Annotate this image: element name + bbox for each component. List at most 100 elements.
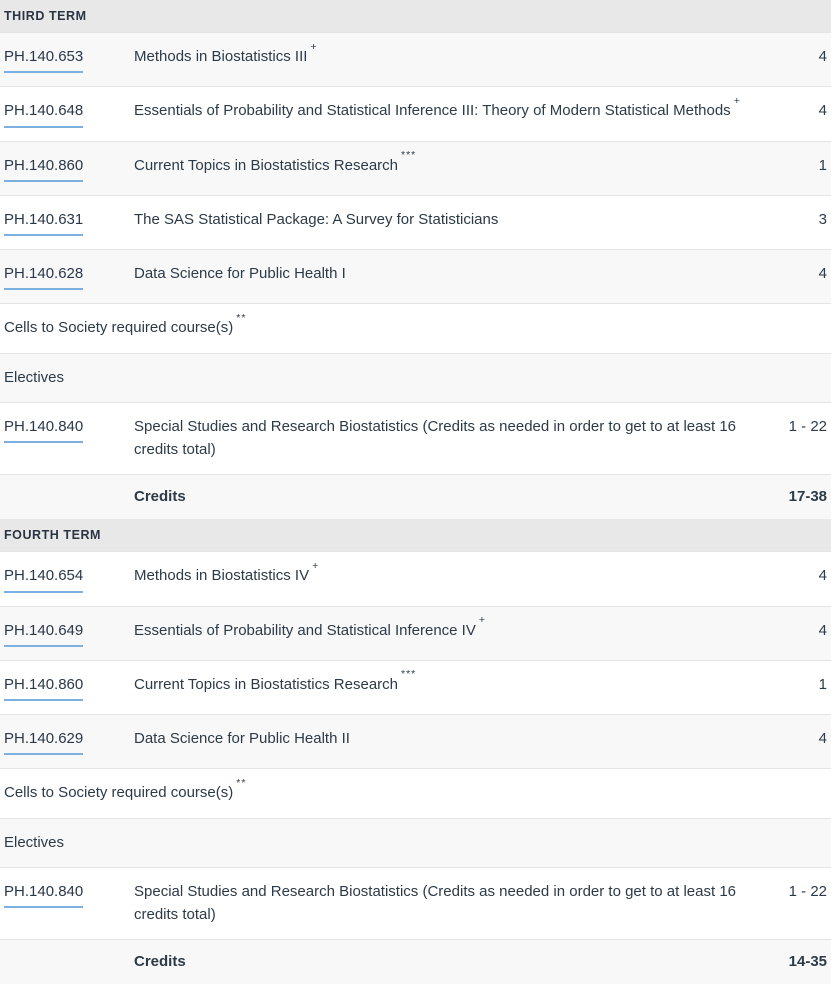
table-row: PH.140.860 Current Topics in Biostatistic… <box>0 659 831 715</box>
course-title-cell: Essentials of Probability and Statistica… <box>130 86 750 141</box>
course-code-link[interactable]: PH.140.840 <box>4 415 84 443</box>
course-title-cell: The SAS Statistical Package: A Survey fo… <box>130 194 750 250</box>
course-credits-cell: 4 <box>750 248 831 304</box>
requirement-label-cell: Electives <box>0 352 750 403</box>
credits-summary-row: Credits 17-38 <box>0 474 831 520</box>
course-credits-cell: 1 - 22 <box>750 866 831 940</box>
credits-summary-total: 14-35 <box>750 939 831 984</box>
table-row: PH.140.840 Special Studies and Research B… <box>0 401 831 475</box>
course-title-text: Essentials of Probability and Statistica… <box>134 621 476 639</box>
table-row: Electives <box>0 352 831 403</box>
course-title-cell: Data Science for Public Health I <box>130 248 750 304</box>
footnote-marker: + <box>733 94 741 107</box>
course-title-cell: Special Studies and Research Biostatisti… <box>130 401 750 475</box>
table-row: PH.140.648 Essentials of Probability and … <box>0 86 831 141</box>
course-title-cell: Methods in Biostatistics IV+ <box>130 551 750 606</box>
course-credits-cell: 1 - 22 <box>750 401 831 475</box>
table-row: PH.140.840 Special Studies and Research B… <box>0 866 831 940</box>
footnote-marker: + <box>478 614 486 627</box>
course-title-cell: Current Topics in Biostatistics Research… <box>130 140 750 196</box>
course-credits-cell <box>750 817 831 868</box>
course-code-link[interactable]: PH.140.649 <box>4 619 84 647</box>
course-title-text: Special Studies and Research Biostatisti… <box>134 882 736 923</box>
credits-summary-label: Credits <box>130 939 750 984</box>
course-title-cell: Methods in Biostatistics III+ <box>130 31 750 87</box>
course-title-text: Essentials of Probability and Statistica… <box>134 102 731 120</box>
course-code-link[interactable]: PH.140.654 <box>4 564 84 593</box>
requirement-label-text: Cells to Society required course(s) <box>4 319 234 337</box>
course-title-text: Data Science for Public Health I <box>134 265 346 282</box>
course-credits-cell: 1 <box>750 659 831 715</box>
term-header-row: THIRD TERM <box>0 0 831 33</box>
credits-row-spacer <box>0 939 130 984</box>
course-code-link[interactable]: PH.140.648 <box>4 99 84 128</box>
credits-row-spacer <box>0 474 130 520</box>
credits-summary-total: 17-38 <box>750 474 831 520</box>
course-credits-cell: 4 <box>750 551 831 606</box>
table-row: Electives <box>0 817 831 868</box>
course-code-cell: PH.140.840 <box>0 866 130 940</box>
footnote-marker: ** <box>236 776 247 789</box>
course-title-text: Current Topics in Biostatistics Research <box>134 675 398 693</box>
course-code-cell: PH.140.631 <box>0 194 130 250</box>
course-code-cell: PH.140.628 <box>0 248 130 304</box>
term-header-label: THIRD TERM <box>0 0 831 33</box>
table-row: PH.140.649 Essentials of Probability and … <box>0 605 831 661</box>
term-header-label: FOURTH TERM <box>0 519 831 552</box>
course-code-cell: PH.140.860 <box>0 140 130 196</box>
course-code-cell: PH.140.860 <box>0 659 130 715</box>
course-code-cell: PH.140.840 <box>0 401 130 475</box>
course-title-cell: Essentials of Probability and Statistica… <box>130 605 750 661</box>
requirement-label-cell: Electives <box>0 817 750 868</box>
table-row: PH.140.631 The SAS Statistical Package: A… <box>0 194 831 250</box>
requirement-label-cell: Cells to Society required course(s)** <box>0 768 750 818</box>
course-title-text: Data Science for Public Health II <box>134 730 350 747</box>
course-title-cell: Special Studies and Research Biostatisti… <box>130 866 750 940</box>
curriculum-course-table: THIRD TERM PH.140.653 Methods in Biostatis… <box>0 0 831 984</box>
course-credits-cell: 4 <box>750 713 831 769</box>
credits-summary-row: Credits 14-35 <box>0 939 831 984</box>
course-title-cell: Data Science for Public Health II <box>130 713 750 769</box>
term-header-row: FOURTH TERM <box>0 519 831 552</box>
table-row: PH.140.629 Data Science for Public Health… <box>0 713 831 769</box>
course-code-link[interactable]: PH.140.840 <box>4 880 84 908</box>
course-code-link[interactable]: PH.140.653 <box>4 45 84 74</box>
course-credits-cell <box>750 768 831 818</box>
footnote-marker: + <box>312 559 320 572</box>
course-credits-cell <box>750 352 831 403</box>
course-credits-cell: 4 <box>750 86 831 141</box>
course-credits-cell <box>750 303 831 353</box>
course-title-text: The SAS Statistical Package: A Survey fo… <box>134 210 499 228</box>
course-title-text: Current Topics in Biostatistics Research <box>134 156 398 174</box>
course-title-cell: Current Topics in Biostatistics Research… <box>130 659 750 715</box>
course-code-cell: PH.140.648 <box>0 86 130 141</box>
requirement-label-cell: Cells to Society required course(s)** <box>0 303 750 353</box>
footnote-marker: ** <box>236 311 247 324</box>
footnote-marker: *** <box>401 668 417 681</box>
credits-summary-label: Credits <box>130 474 750 520</box>
course-code-link[interactable]: PH.140.628 <box>4 262 84 291</box>
requirement-label-text: Electives <box>4 833 65 851</box>
table-row: Cells to Society required course(s)** <box>0 303 831 353</box>
footnote-marker: + <box>310 40 318 53</box>
table-row: PH.140.654 Methods in Biostatistics IV+ 4 <box>0 551 831 606</box>
table-row: PH.140.628 Data Science for Public Health… <box>0 248 831 304</box>
course-title-text: Methods in Biostatistics IV <box>134 567 310 585</box>
course-code-cell: PH.140.653 <box>0 31 130 87</box>
requirement-label-text: Electives <box>4 368 65 386</box>
table-row: PH.140.860 Current Topics in Biostatistic… <box>0 140 831 196</box>
course-credits-cell: 4 <box>750 605 831 661</box>
course-table-body: THIRD TERM PH.140.653 Methods in Biostatis… <box>0 0 831 984</box>
course-code-link[interactable]: PH.140.860 <box>4 673 84 701</box>
course-code-link[interactable]: PH.140.629 <box>4 727 84 756</box>
requirement-label-text: Cells to Society required course(s) <box>4 784 234 802</box>
course-code-link[interactable]: PH.140.631 <box>4 208 84 236</box>
course-credits-cell: 3 <box>750 194 831 250</box>
course-credits-cell: 4 <box>750 31 831 87</box>
course-title-text: Special Studies and Research Biostatisti… <box>134 417 736 458</box>
course-title-text: Methods in Biostatistics III <box>134 48 308 65</box>
course-credits-cell: 1 <box>750 140 831 196</box>
table-row: Cells to Society required course(s)** <box>0 768 831 818</box>
table-row: PH.140.653 Methods in Biostatistics III+ 4 <box>0 31 831 87</box>
course-code-link[interactable]: PH.140.860 <box>4 154 84 182</box>
